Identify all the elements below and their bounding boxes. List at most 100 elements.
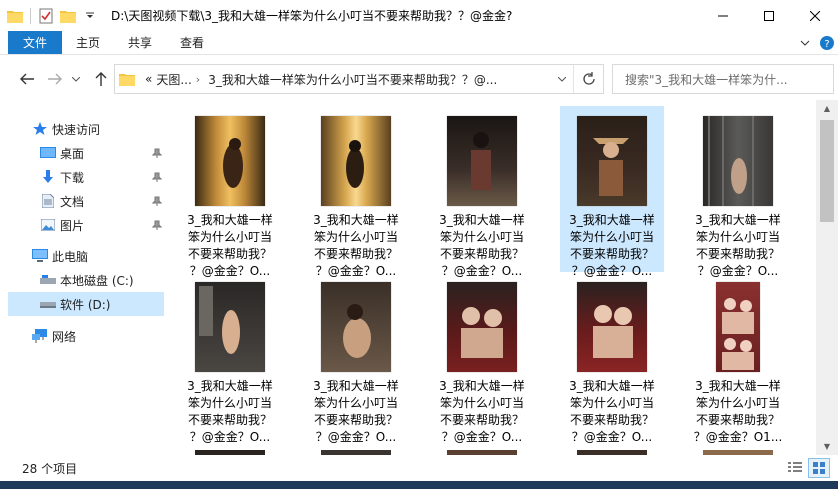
- maximize-button[interactable]: [746, 0, 792, 31]
- desktop-icon: [38, 143, 58, 163]
- thumbnail-image: [716, 282, 760, 372]
- file-item[interactable]: 3_我和大雄一样 笨为什么小叮当 不要来帮助我？ ？@金金？O...: [178, 106, 282, 278]
- up-button[interactable]: [90, 68, 112, 90]
- folder-icon: [119, 72, 141, 86]
- forward-button[interactable]: [44, 68, 66, 90]
- chevron-right-icon[interactable]: ›: [196, 73, 200, 86]
- file-name: 3_我和大雄一样 笨为什么小叮当 不要来帮助我？ ？@金金？O...: [187, 213, 273, 278]
- network-icon: [30, 326, 50, 346]
- title-bar: D:\天图视频下载\3_我和大雄一样笨为什么小叮当不要来帮助我？？@金金?: [0, 0, 838, 31]
- close-button[interactable]: [792, 0, 838, 31]
- nav-label: 此电脑: [52, 249, 89, 264]
- nav-item-this-pc[interactable]: 此电脑: [30, 244, 164, 268]
- thumbnail-image: [321, 282, 391, 372]
- file-name: 3_我和大雄一样 笨为什么小叮当 不要来帮助我？ ？@金金？O...: [313, 379, 399, 444]
- file-name: 3_我和大雄一样 笨为什么小叮当 不要来帮助我？ ？@金金？O...: [439, 379, 525, 444]
- window-controls: [700, 0, 838, 31]
- properties-icon[interactable]: [35, 5, 57, 27]
- pin-icon[interactable]: [151, 219, 163, 233]
- vertical-scrollbar[interactable]: ▲ ▼: [816, 100, 838, 455]
- refresh-button[interactable]: [573, 65, 603, 93]
- nav-item-network[interactable]: 网络: [30, 324, 164, 348]
- breadcrumb-item[interactable]: 3_我和大雄一样笨为什么小叮当不要来帮助我？？@...: [208, 71, 497, 88]
- window-title: D:\天图视频下载\3_我和大雄一样笨为什么小叮当不要来帮助我？？@金金?: [111, 9, 513, 23]
- search-input[interactable]: 搜索"3_我和大雄一样笨为什...: [612, 64, 834, 94]
- thumbnail-image: [195, 116, 265, 206]
- nav-item-documents[interactable]: 文档: [38, 189, 164, 213]
- status-bar: 28 个项目: [0, 455, 838, 481]
- file-item[interactable]: 3_我和大雄一样 笨为什么小叮当 不要来帮助我？ ？@金金？O...: [430, 106, 534, 278]
- nav-label: 文档: [60, 194, 85, 209]
- file-item[interactable]: 3_我和大雄一样 笨为什么小叮当 不要来帮助我？ ？@金金？O...: [560, 106, 664, 278]
- nav-item-desktop[interactable]: 桌面: [38, 141, 164, 165]
- tab-share[interactable]: 共享: [114, 31, 166, 54]
- nav-item-downloads[interactable]: 下载: [38, 165, 164, 189]
- thumbnail-image: [577, 282, 647, 372]
- thumbnail-image: [195, 282, 265, 372]
- document-icon: [38, 191, 58, 211]
- customize-dropdown-icon[interactable]: [79, 5, 101, 27]
- pin-icon[interactable]: [151, 195, 163, 209]
- back-button[interactable]: [16, 68, 38, 90]
- file-item[interactable]: 3_我和大雄一样 笨为什么小叮当 不要来帮助我？ ？@金金？O...: [304, 106, 408, 278]
- file-list: 3_我和大雄一样 笨为什么小叮当 不要来帮助我？ ？@金金？O... 3_我和大…: [178, 100, 816, 455]
- minimize-button[interactable]: [700, 0, 746, 31]
- tab-home[interactable]: 主页: [62, 31, 114, 54]
- file-name: 3_我和大雄一样 笨为什么小叮当 不要来帮助我？ ？@金金？O...: [439, 213, 525, 278]
- scroll-up-icon[interactable]: ▲: [816, 100, 838, 117]
- scroll-thumb[interactable]: [820, 120, 834, 222]
- chevron-down-icon[interactable]: [551, 65, 573, 93]
- file-item[interactable]: 3_我和大雄一样 笨为什么小叮当 不要来帮助我？ ？@金金？O...: [560, 272, 664, 444]
- nav-label: 图片: [60, 218, 85, 233]
- tab-file[interactable]: 文件: [8, 31, 63, 54]
- search-placeholder: 搜索"3_我和大雄一样笨为什...: [625, 72, 788, 87]
- breadcrumb-item[interactable]: 天图...: [156, 71, 191, 88]
- thumbnail-image: [447, 282, 517, 372]
- quick-access-toolbar: [0, 0, 101, 31]
- navigation-pane: 快速访问 桌面 下载 文档 图片 此电脑 本地磁盘 (C:) 软件 (D:) 网…: [0, 100, 172, 455]
- star-icon: [30, 119, 50, 139]
- recent-dropdown-icon[interactable]: [68, 68, 84, 90]
- item-count: 28 个项目: [22, 461, 78, 476]
- nav-label: 网络: [52, 329, 77, 344]
- new-folder-icon[interactable]: [57, 5, 79, 27]
- picture-icon: [38, 215, 58, 235]
- pin-icon[interactable]: [151, 171, 163, 185]
- folder-icon[interactable]: [4, 5, 26, 27]
- scroll-down-icon[interactable]: ▼: [816, 438, 838, 455]
- thumbnail-image: [577, 116, 647, 206]
- details-view-icon[interactable]: [784, 458, 806, 478]
- file-name: 3_我和大雄一样 笨为什么小叮当 不要来帮助我？ ？@金金？O...: [569, 379, 655, 444]
- thumbnail-image: [703, 116, 773, 206]
- drive-icon: [38, 294, 58, 314]
- computer-icon: [30, 246, 50, 266]
- nav-item-drive-c[interactable]: 本地磁盘 (C:): [38, 268, 164, 292]
- breadcrumb-overflow[interactable]: «: [145, 72, 152, 86]
- taskbar-strip: [0, 481, 838, 489]
- nav-label: 本地磁盘 (C:): [60, 273, 134, 288]
- file-name: 3_我和大雄一样 笨为什么小叮当 不要来帮助我？ ？@金金？O...: [187, 379, 273, 444]
- nav-item-drive-d[interactable]: 软件 (D:): [8, 292, 164, 316]
- download-icon: [38, 167, 58, 187]
- help-icon[interactable]: ?: [816, 32, 838, 54]
- nav-item-pictures[interactable]: 图片: [38, 213, 164, 237]
- nav-item-quick-access[interactable]: 快速访问: [30, 117, 164, 141]
- ribbon-tabs: 文件 主页 共享 查看 ?: [0, 31, 838, 55]
- svg-text:?: ?: [824, 39, 829, 50]
- tab-view[interactable]: 查看: [166, 31, 218, 54]
- pin-icon[interactable]: [151, 147, 163, 161]
- nav-label: 软件 (D:): [60, 297, 111, 312]
- address-bar[interactable]: « 天图... › 3_我和大雄一样笨为什么小叮当不要来帮助我？？@...: [114, 64, 604, 94]
- large-icons-view-icon[interactable]: [808, 458, 830, 478]
- expand-ribbon-icon[interactable]: [794, 32, 816, 54]
- file-item[interactable]: 3_我和大雄一样 笨为什么小叮当 不要来帮助我？ ？@金金？O1...: [686, 272, 790, 444]
- file-item[interactable]: 3_我和大雄一样 笨为什么小叮当 不要来帮助我？ ？@金金？O...: [430, 272, 534, 444]
- file-item[interactable]: 3_我和大雄一样 笨为什么小叮当 不要来帮助我？ ？@金金？O...: [178, 272, 282, 444]
- file-item[interactable]: 3_我和大雄一样 笨为什么小叮当 不要来帮助我？ ？@金金？O...: [686, 106, 790, 278]
- file-item[interactable]: 3_我和大雄一样 笨为什么小叮当 不要来帮助我？ ？@金金？O...: [304, 272, 408, 444]
- address-row: « 天图... › 3_我和大雄一样笨为什么小叮当不要来帮助我？？@... 搜索…: [0, 56, 838, 100]
- file-name: 3_我和大雄一样 笨为什么小叮当 不要来帮助我？ ？@金金？O...: [695, 213, 781, 278]
- file-name: 3_我和大雄一样 笨为什么小叮当 不要来帮助我？ ？@金金？O...: [313, 213, 399, 278]
- file-name: 3_我和大雄一样 笨为什么小叮当 不要来帮助我？ ？@金金？O...: [569, 213, 655, 278]
- drive-icon: [38, 270, 58, 290]
